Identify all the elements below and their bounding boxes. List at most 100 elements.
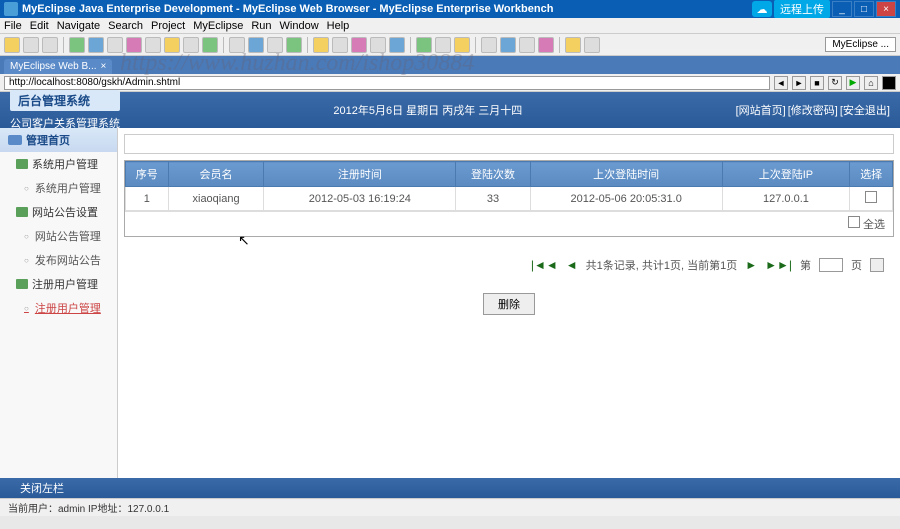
page-label-prefix: 第 <box>800 257 811 273</box>
window-title: MyEclipse Java Enterprise Development - … <box>22 3 752 15</box>
page-number-input[interactable] <box>819 258 843 272</box>
tool-14[interactable] <box>332 37 348 53</box>
tool-11[interactable] <box>267 37 283 53</box>
link-home[interactable]: [网站首页] <box>736 102 786 118</box>
tool-15[interactable] <box>351 37 367 53</box>
tool-8[interactable] <box>202 37 218 53</box>
tool-5[interactable] <box>145 37 161 53</box>
toolbar: MyEclipse ... <box>0 34 900 56</box>
table-header-row: 序号 会员名 注册时间 登陆次数 上次登陆时间 上次登陆IP 选择 <box>126 162 893 187</box>
page-last-button[interactable]: ►►| <box>765 258 792 272</box>
nav-stop-button[interactable]: ■ <box>810 76 824 90</box>
editor-tab-bar: MyEclipse Web B... × <box>0 56 900 74</box>
minimize-button[interactable]: _ <box>832 1 852 17</box>
link-password[interactable]: [修改密码] <box>788 102 838 118</box>
menu-window[interactable]: Window <box>280 20 319 32</box>
address-bar: ◄ ► ■ ↻ ▶ ⌂ <box>0 74 900 92</box>
tool-forward[interactable] <box>584 37 600 53</box>
browser-tab[interactable]: MyEclipse Web B... × <box>4 59 112 74</box>
tool-2[interactable] <box>88 37 104 53</box>
tool-back[interactable] <box>565 37 581 53</box>
home-icon <box>8 135 22 145</box>
tool-debug[interactable] <box>435 37 451 53</box>
col-select: 选择 <box>850 162 893 187</box>
tab-close-icon[interactable]: × <box>101 61 107 72</box>
cloud-icon[interactable]: ☁ <box>752 1 772 17</box>
nav-home-button[interactable]: ⌂ <box>864 76 878 90</box>
row-checkbox[interactable] <box>865 191 877 203</box>
nav-forward-button[interactable]: ► <box>792 76 806 90</box>
menu-file[interactable]: File <box>4 20 22 32</box>
collapse-sidebar-button[interactable]: 关闭左栏 <box>0 478 900 498</box>
tool-17[interactable] <box>389 37 405 53</box>
menu-bar: File Edit Navigate Search Project MyEcli… <box>0 18 900 34</box>
sidebar-item-notice-group[interactable]: 网站公告设置 <box>0 200 117 224</box>
content-area: 管理首页 系统用户管理 系统用户管理 网站公告设置 网站公告管理 发布网站公告 … <box>0 128 900 478</box>
page-prev-button[interactable]: ◄ <box>566 258 578 272</box>
page-next-button[interactable]: ► <box>745 258 757 272</box>
menu-run[interactable]: Run <box>251 20 271 32</box>
app-logo: 后台管理系统 <box>10 90 120 111</box>
tool-6[interactable] <box>164 37 180 53</box>
sidebar-item-reguser-group[interactable]: 注册用户管理 <box>0 272 117 296</box>
col-ip: 上次登陆IP <box>722 162 850 187</box>
myeclipse-perspective-button[interactable]: MyEclipse ... <box>825 37 896 52</box>
tool-save[interactable] <box>23 37 39 53</box>
col-seq: 序号 <box>126 162 169 187</box>
delete-button[interactable]: 删除 <box>483 293 535 315</box>
link-logout[interactable]: [安全退出] <box>840 102 890 118</box>
menu-help[interactable]: Help <box>327 20 350 32</box>
menu-project[interactable]: Project <box>151 20 185 32</box>
tool-19[interactable] <box>481 37 497 53</box>
page-label-suffix: 页 <box>851 257 862 273</box>
app-header: 后台管理系统 公司客户关系管理系统 2012年5月6日 星期日 丙戌年 三月十四… <box>0 92 900 128</box>
table-row[interactable]: 1 xiaoqiang 2012-05-03 16:19:24 33 2012-… <box>126 187 893 211</box>
tool-20[interactable] <box>500 37 516 53</box>
select-all-checkbox[interactable] <box>848 216 860 228</box>
col-count: 登陆次数 <box>456 162 531 187</box>
tool-new[interactable] <box>4 37 20 53</box>
tool-run[interactable] <box>416 37 432 53</box>
tool-10[interactable] <box>248 37 264 53</box>
tool-18[interactable] <box>454 37 470 53</box>
col-reg: 注册时间 <box>264 162 456 187</box>
main-panel: 序号 会员名 注册时间 登陆次数 上次登陆时间 上次登陆IP 选择 1 xiao… <box>118 128 900 478</box>
nav-refresh-button[interactable]: ↻ <box>828 76 842 90</box>
tool-13[interactable] <box>313 37 329 53</box>
tool-4[interactable] <box>126 37 142 53</box>
app-icon <box>4 2 18 16</box>
page-first-button[interactable]: |◄◄ <box>531 258 558 272</box>
tool-1[interactable] <box>69 37 85 53</box>
tool-9[interactable] <box>229 37 245 53</box>
user-table: 序号 会员名 注册时间 登陆次数 上次登陆时间 上次登陆IP 选择 1 xiao… <box>124 160 894 237</box>
tool-16[interactable] <box>370 37 386 53</box>
sidebar-item-sysuser[interactable]: 系统用户管理 <box>0 176 117 200</box>
tool-7[interactable] <box>183 37 199 53</box>
nav-back-button[interactable]: ◄ <box>774 76 788 90</box>
tab-label: MyEclipse Web B... <box>10 61 97 72</box>
menu-myeclipse[interactable]: MyEclipse <box>193 20 243 32</box>
menu-search[interactable]: Search <box>108 20 143 32</box>
close-button[interactable]: × <box>876 1 896 17</box>
sidebar-item-sysuser-group[interactable]: 系统用户管理 <box>0 152 117 176</box>
tool-3[interactable] <box>107 37 123 53</box>
tool-12[interactable] <box>286 37 302 53</box>
url-input[interactable] <box>4 76 770 90</box>
cell-last: 2012-05-06 20:05:31.0 <box>530 187 722 211</box>
sidebar-item-notice-publish[interactable]: 发布网站公告 <box>0 248 117 272</box>
remote-upload-button[interactable]: 远程上传 <box>774 0 830 18</box>
nav-extra-button[interactable] <box>882 76 896 90</box>
sidebar-group-header[interactable]: 管理首页 <box>0 128 117 152</box>
sidebar-item-notice-manage[interactable]: 网站公告管理 <box>0 224 117 248</box>
sidebar-item-reguser[interactable]: 注册用户管理 <box>0 296 117 320</box>
page-go-button[interactable] <box>870 258 884 272</box>
menu-navigate[interactable]: Navigate <box>57 20 100 32</box>
tool-saveall[interactable] <box>42 37 58 53</box>
maximize-button[interactable]: □ <box>854 1 874 17</box>
cell-ip: 127.0.0.1 <box>722 187 850 211</box>
nav-go-button[interactable]: ▶ <box>846 76 860 90</box>
menu-edit[interactable]: Edit <box>30 20 49 32</box>
tool-22[interactable] <box>538 37 554 53</box>
tool-21[interactable] <box>519 37 535 53</box>
header-links: [网站首页] [修改密码] [安全退出] <box>736 102 890 118</box>
